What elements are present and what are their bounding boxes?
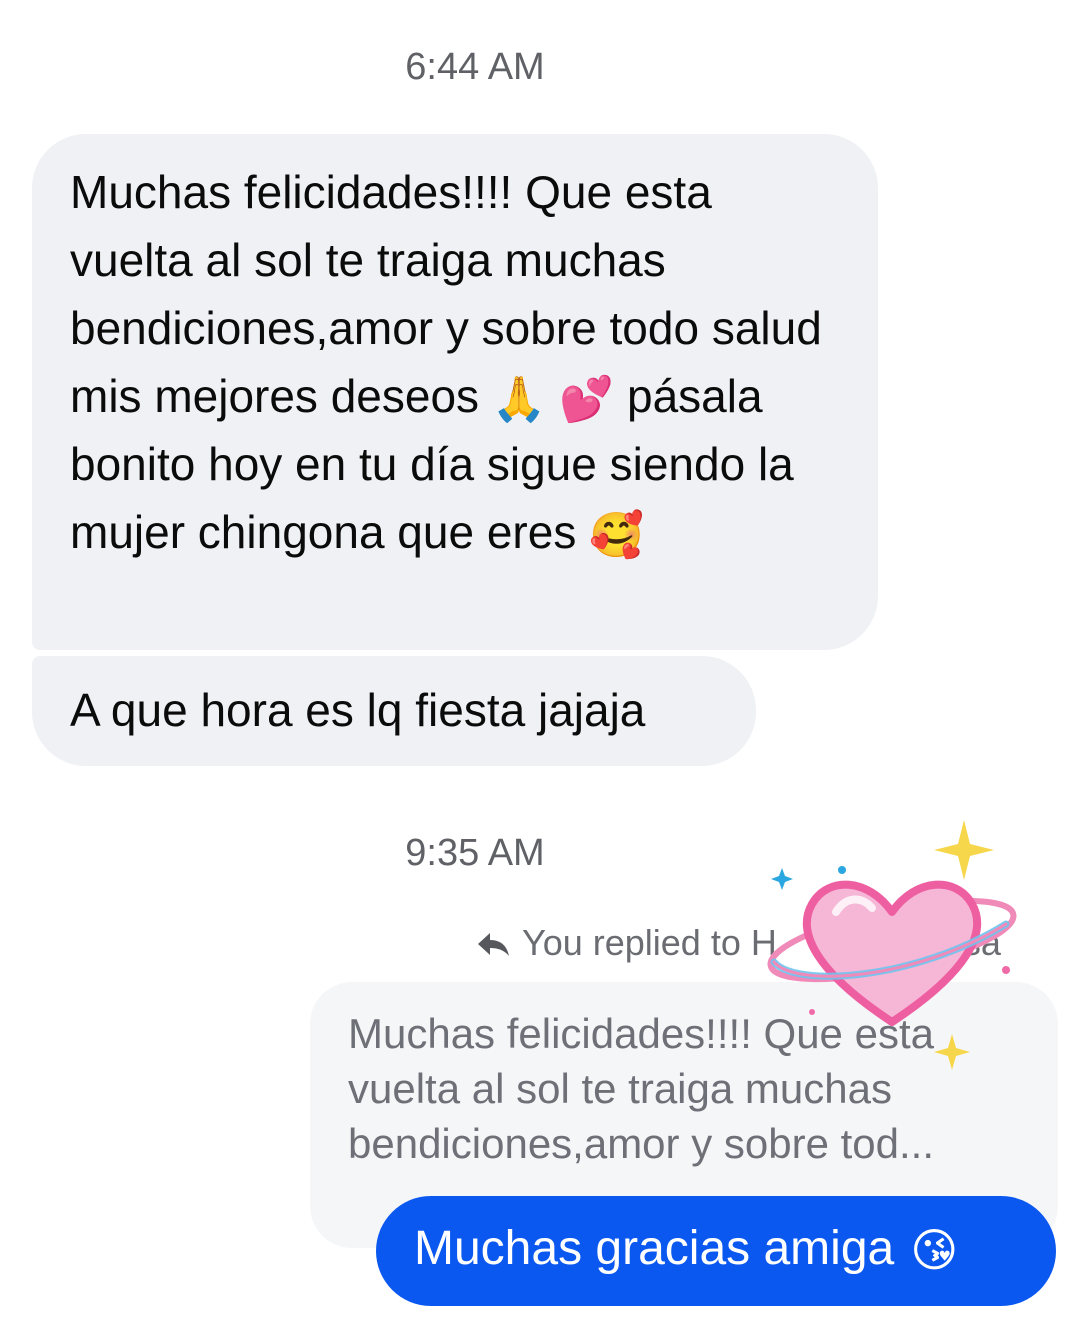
heart-with-ring-icon: [767, 820, 1017, 1070]
incoming-message-bubble[interactable]: Muchas felicidades!!!! Que esta vuelta a…: [32, 134, 878, 650]
heart-sticker[interactable]: [756, 812, 1036, 1072]
folded-hands-emoji: 🙏: [491, 374, 547, 425]
incoming-message-bubble[interactable]: A que hora es lq fiesta jajaja: [32, 656, 756, 766]
reply-label-text: You replied to H: [522, 922, 777, 963]
outgoing-message-bubble[interactable]: Muchas gracias amiga 😘: [376, 1196, 1056, 1306]
reply-arrow-icon: [476, 926, 512, 968]
smiling-face-with-hearts-emoji: 🥰: [589, 510, 644, 561]
timestamp: 6:44 AM: [405, 46, 545, 88]
face-blowing-kiss-emoji: 😘: [910, 1223, 959, 1277]
message-text: A que hora es lq fiesta jajaja: [70, 684, 646, 736]
two-hearts-emoji: 💕: [559, 374, 615, 425]
message-text: Muchas gracias amiga: [414, 1222, 895, 1275]
